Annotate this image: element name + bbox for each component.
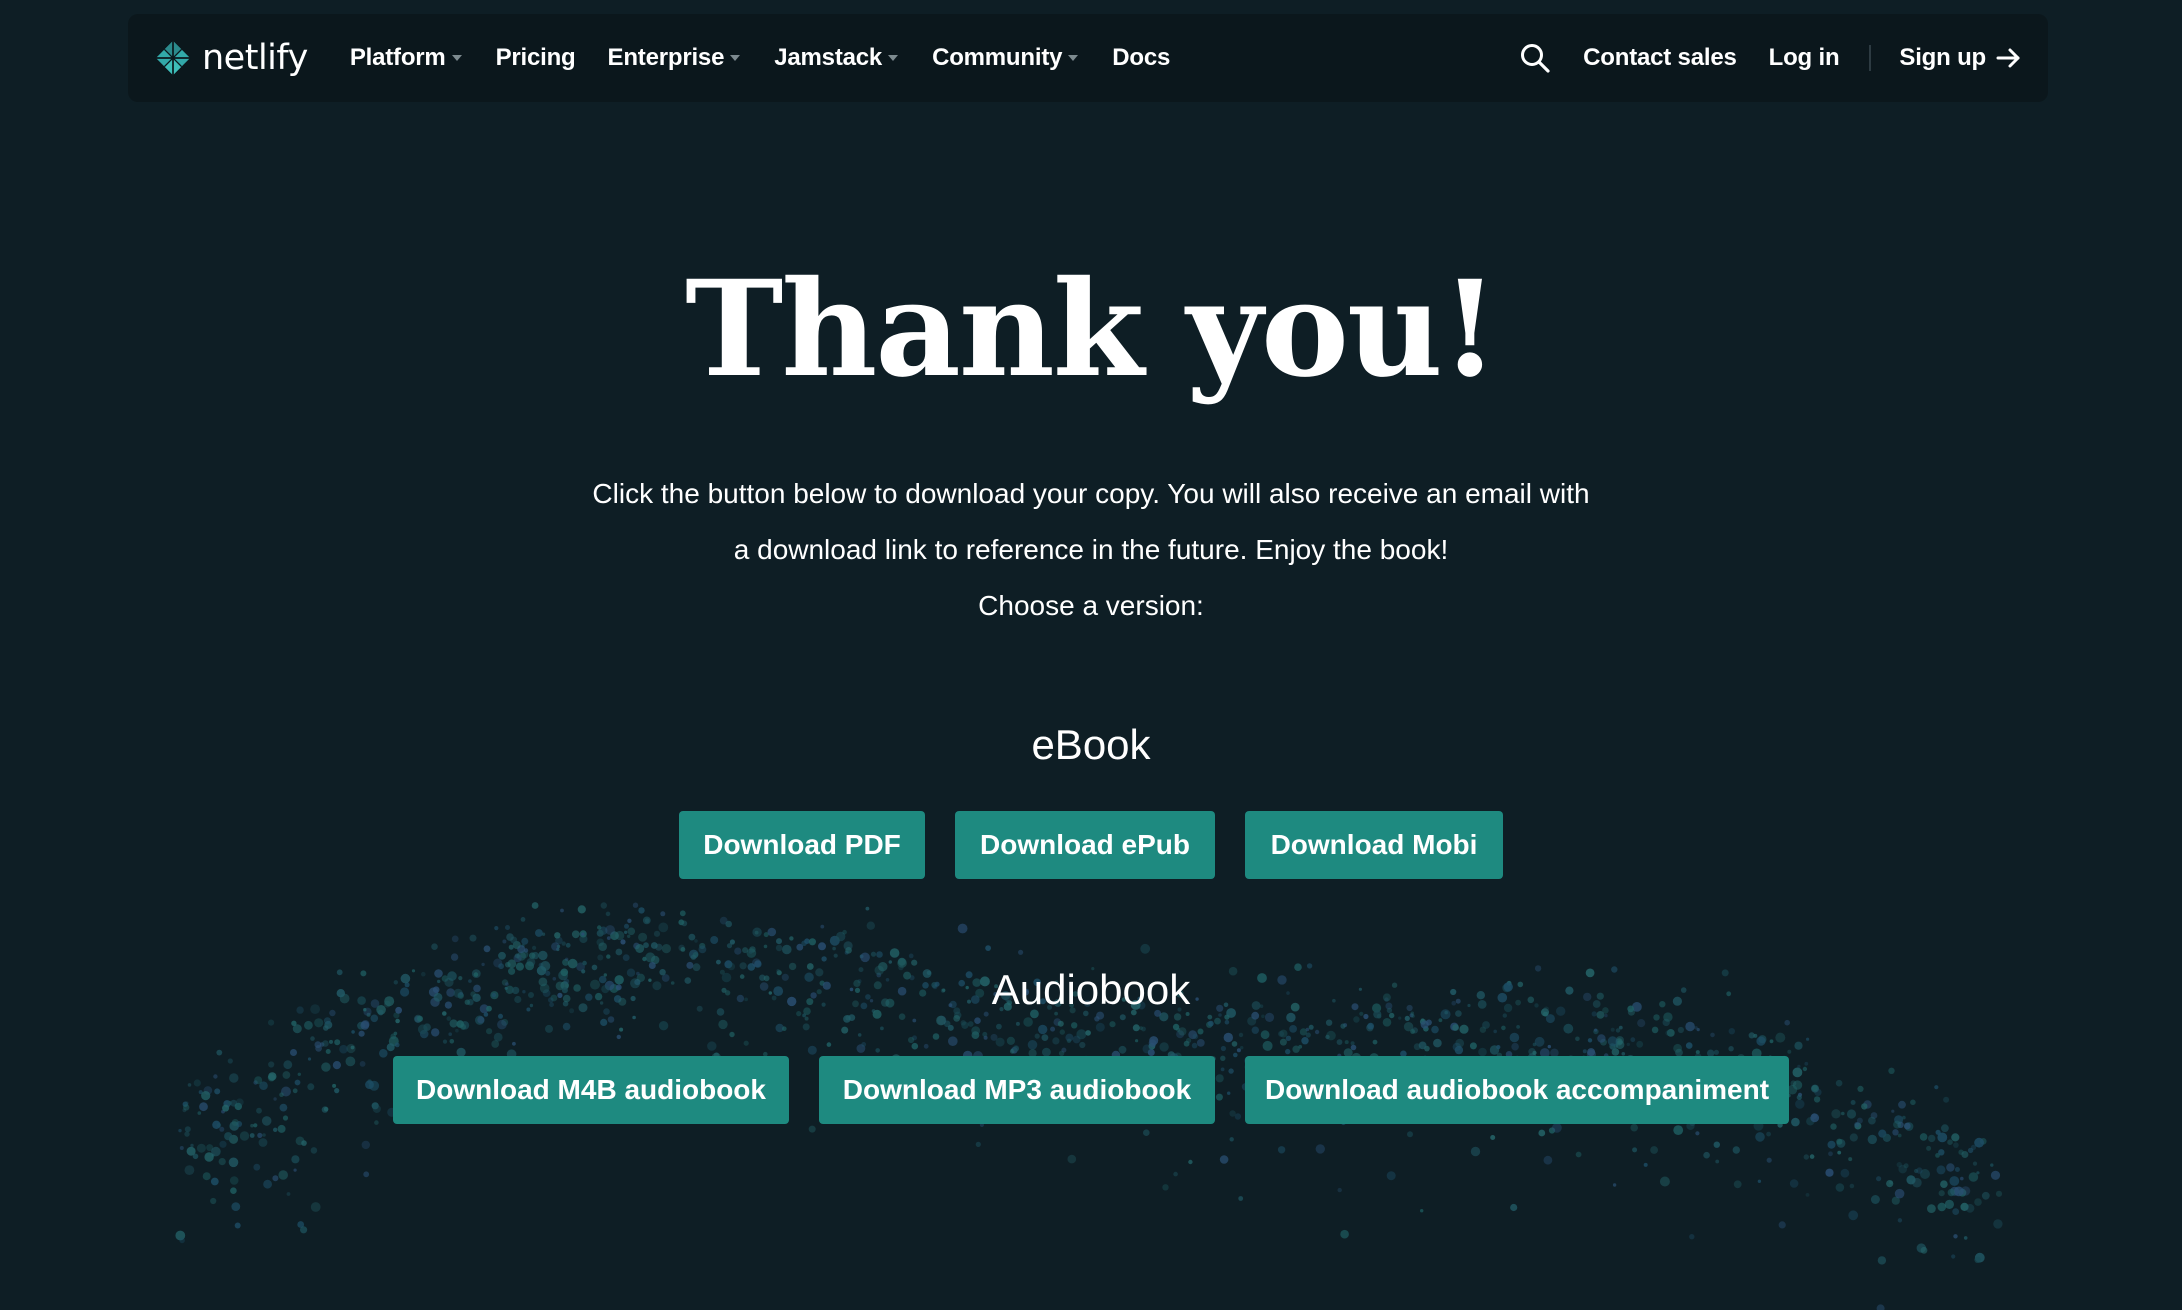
chevron-down-icon — [1068, 55, 1079, 61]
nav-divider — [1869, 45, 1872, 71]
sign-up-link[interactable]: Sign up — [1899, 44, 2022, 72]
ebook-download-buttons: Download PDF Download ePub Download Mobi — [0, 811, 2182, 879]
download-mobi-button[interactable]: Download Mobi — [1245, 811, 1503, 879]
choose-version-text: Choose a version: — [978, 590, 1204, 621]
sign-up-label: Sign up — [1899, 44, 1986, 71]
nav-item-label: Enterprise — [607, 44, 725, 71]
nav-item-jamstack[interactable]: Jamstack — [774, 44, 900, 72]
audiobook-section-title: Audiobook — [991, 966, 1191, 1013]
page-title: Thank you! — [685, 252, 1499, 407]
arrow-right-icon — [1996, 48, 2020, 68]
chevron-down-icon — [888, 55, 899, 61]
top-navigation: netlify Platform Pricing Enterprise Jams… — [128, 14, 2048, 102]
download-epub-button[interactable]: Download ePub — [955, 811, 1215, 879]
audiobook-download-buttons: Download M4B audiobook Download MP3 audi… — [0, 1056, 2182, 1124]
nav-item-enterprise[interactable]: Enterprise — [608, 44, 743, 72]
nav-item-platform[interactable]: Platform — [350, 44, 464, 72]
download-mp3-audiobook-button[interactable]: Download MP3 audiobook — [819, 1056, 1215, 1124]
nav-item-label: Docs — [1112, 44, 1171, 71]
main-content: Thank you! Click the button below to dow… — [0, 0, 2182, 1310]
netlify-logo-link[interactable]: netlify — [154, 38, 308, 78]
brand-name: netlify — [202, 38, 308, 78]
nav-item-label: Jamstack — [774, 44, 883, 71]
download-pdf-button[interactable]: Download PDF — [679, 811, 925, 879]
search-icon[interactable] — [1519, 42, 1551, 74]
nav-item-label: Pricing — [495, 44, 576, 71]
nav-item-community[interactable]: Community — [932, 44, 1080, 72]
chevron-down-icon — [730, 55, 741, 61]
contact-sales-link[interactable]: Contact sales — [1583, 44, 1737, 72]
intro-text: Click the button below to download your … — [592, 478, 1590, 565]
nav-item-label: Platform — [349, 44, 446, 71]
download-audiobook-accompaniment-button[interactable]: Download audiobook accompaniment — [1245, 1056, 1789, 1124]
ebook-section-title: eBook — [1031, 721, 1151, 768]
download-m4b-audiobook-button[interactable]: Download M4B audiobook — [393, 1056, 789, 1124]
log-in-link[interactable]: Log in — [1769, 44, 1840, 72]
nav-item-label: Community — [932, 44, 1063, 71]
netlify-diamond-logo-icon — [155, 40, 191, 76]
nav-item-docs[interactable]: Docs — [1112, 44, 1170, 72]
nav-item-pricing[interactable]: Pricing — [496, 44, 576, 72]
chevron-down-icon — [451, 55, 462, 61]
